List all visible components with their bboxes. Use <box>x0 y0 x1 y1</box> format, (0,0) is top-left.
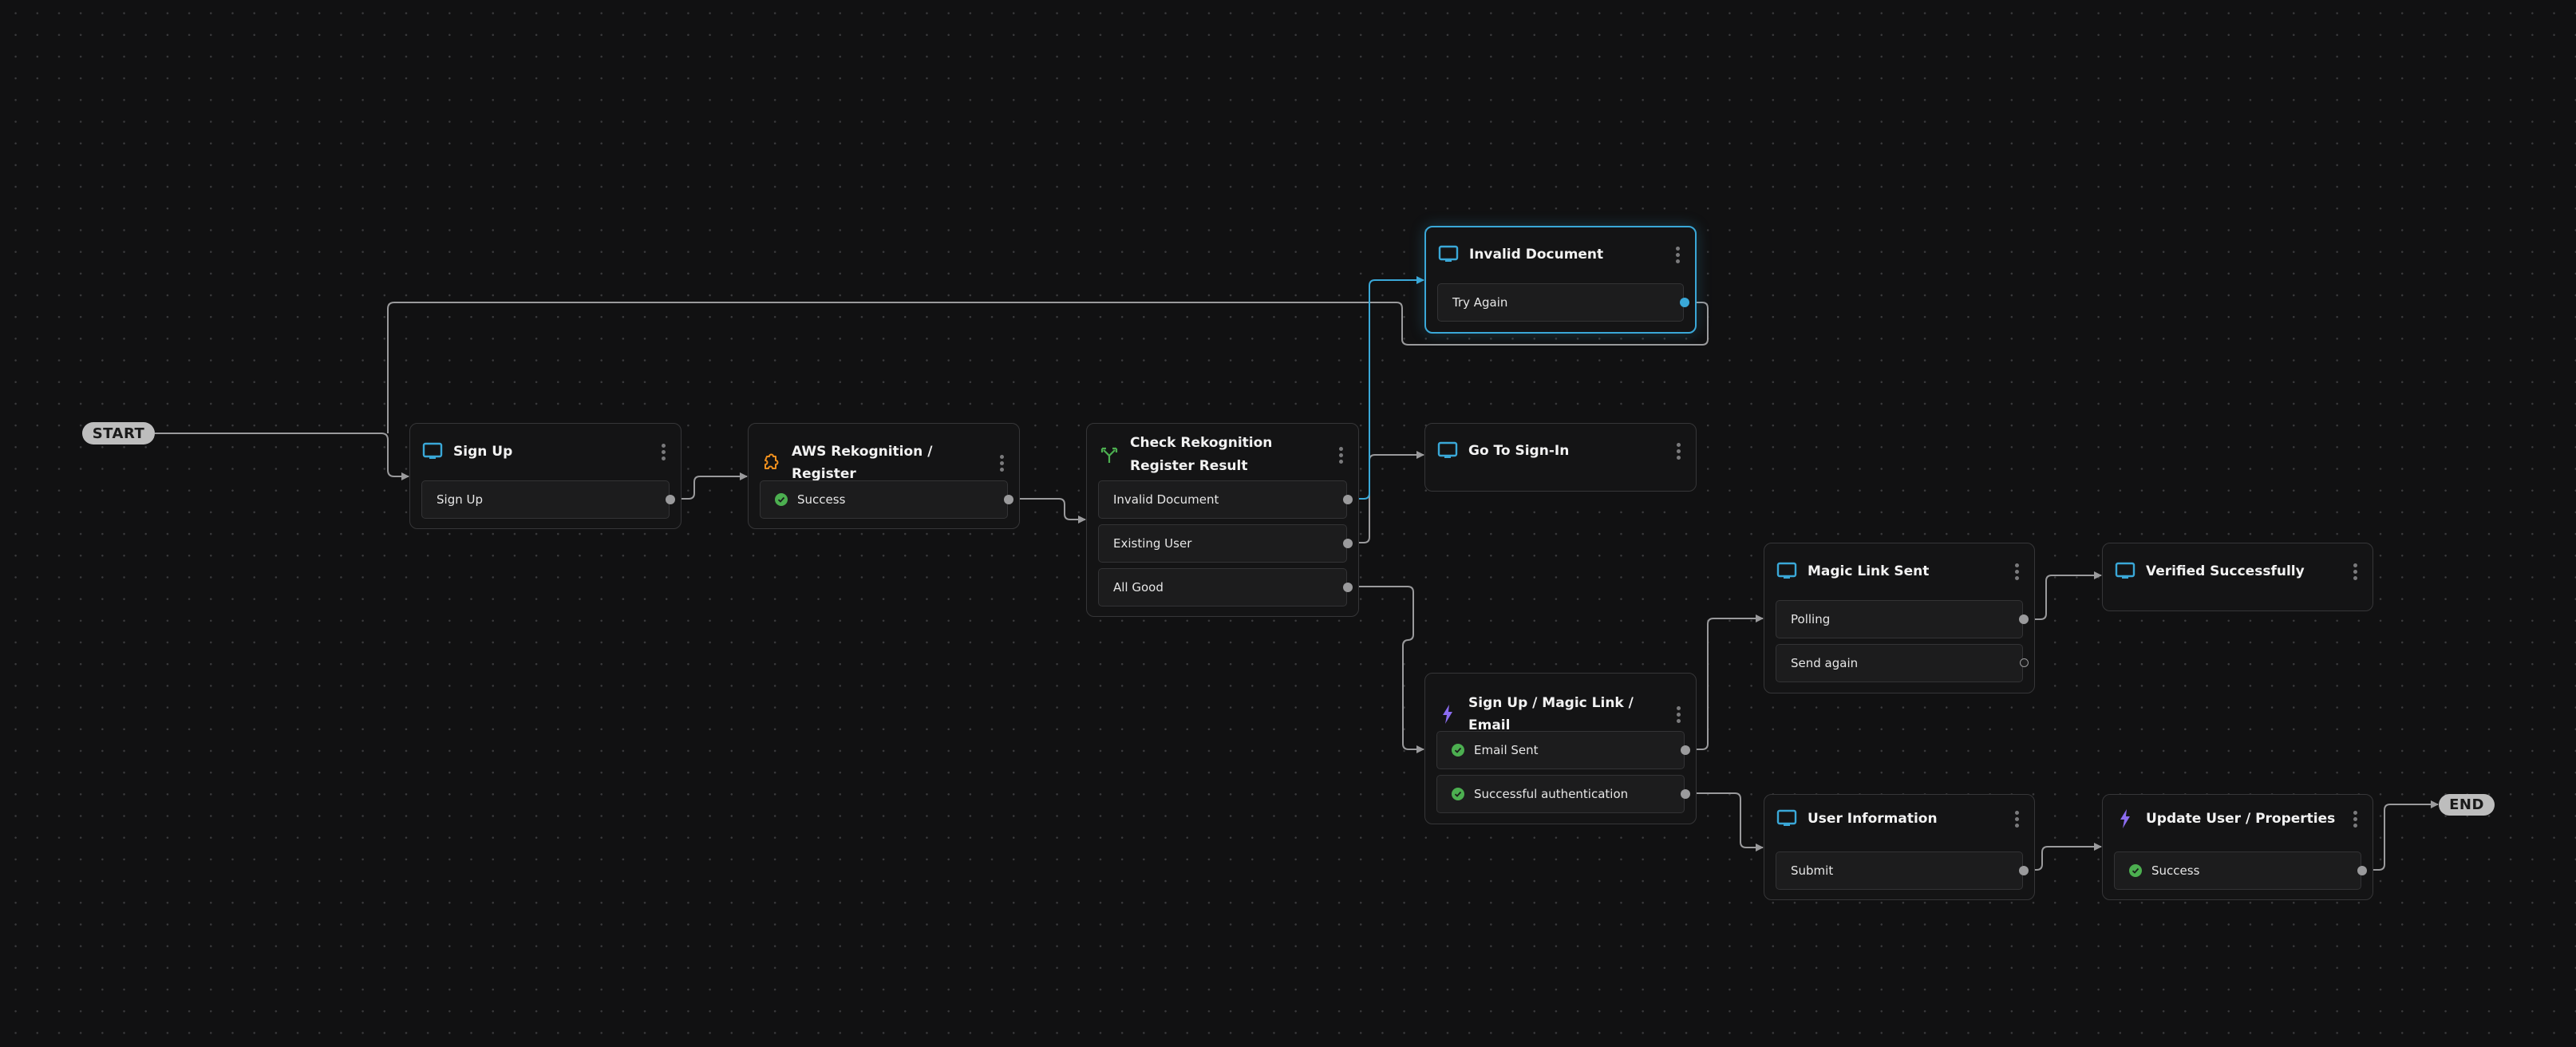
node-title: AWS Rekognition / Register <box>792 444 933 482</box>
lightning-action-icon <box>1436 703 1459 725</box>
output-row-sign-up[interactable]: Sign Up <box>421 480 675 519</box>
screen-icon <box>1776 808 1798 830</box>
node-sign-up[interactable]: Sign Up Sign Up <box>409 423 682 529</box>
screen-icon <box>2114 560 2136 583</box>
more-options-icon[interactable] <box>1672 703 1685 725</box>
more-options-icon[interactable] <box>657 441 670 463</box>
node-title: Sign Up <box>453 444 513 460</box>
node-title: Go To Sign-In <box>1468 443 1570 459</box>
more-options-icon[interactable] <box>1671 243 1684 266</box>
node-title: User Information <box>1808 811 1938 827</box>
end-label: END <box>2449 796 2484 813</box>
more-options-icon[interactable] <box>1334 444 1347 466</box>
more-options-icon[interactable] <box>995 452 1008 474</box>
output-row-submit[interactable]: Submit <box>1776 851 2029 890</box>
output-row-success[interactable]: Success <box>2114 851 2367 890</box>
more-options-icon[interactable] <box>2010 808 2023 830</box>
node-verified-successfully[interactable]: Verified Successfully <box>2102 543 2373 611</box>
node-user-information[interactable]: User Information Submit <box>1764 794 2035 900</box>
row-label: Try Again <box>1452 295 1508 310</box>
branch-split-icon <box>1098 444 1120 466</box>
output-row-email-sent[interactable]: Email Sent <box>1436 731 1690 769</box>
node-title: Invalid Document <box>1469 247 1604 263</box>
output-row-successful-authentication[interactable]: Successful authentication <box>1436 775 1690 813</box>
output-handle[interactable] <box>1343 583 1353 592</box>
lightning-action-icon <box>2114 808 2136 830</box>
row-label: Invalid Document <box>1113 492 1219 507</box>
edge-start-to-sign-up[interactable] <box>155 433 409 480</box>
more-options-icon[interactable] <box>2349 808 2361 830</box>
start-label: START <box>92 425 145 442</box>
start-terminal[interactable]: START <box>82 422 155 444</box>
end-terminal[interactable]: END <box>2439 794 2495 816</box>
row-label: Polling <box>1791 612 1831 626</box>
row-label: Success <box>2151 863 2200 878</box>
output-handle[interactable] <box>1004 495 1013 504</box>
node-magic-link-sent[interactable]: Magic Link Sent Polling Send again <box>1764 543 2035 693</box>
node-go-to-sign-in[interactable]: Go To Sign-In <box>1424 423 1697 492</box>
more-options-icon[interactable] <box>2349 560 2361 583</box>
output-row-polling[interactable]: Polling <box>1776 600 2029 638</box>
success-check-icon <box>2129 864 2142 877</box>
node-title: Magic Link Sent <box>1808 563 1930 579</box>
success-check-icon <box>775 493 788 506</box>
output-row-send-again[interactable]: Send again <box>1776 644 2029 682</box>
output-row-invalid-document[interactable]: Invalid Document <box>1098 480 1353 519</box>
node-check-rekognition[interactable]: Check Rekognition Register Result Invali… <box>1086 423 1359 617</box>
more-options-icon[interactable] <box>1672 440 1685 462</box>
output-handle[interactable] <box>2357 866 2367 875</box>
output-row-success[interactable]: Success <box>760 480 1013 519</box>
puzzle-plugin-icon <box>760 452 782 474</box>
row-label: All Good <box>1113 580 1164 595</box>
more-options-icon[interactable] <box>2010 560 2023 583</box>
row-label: Send again <box>1791 656 1859 670</box>
node-invalid-document[interactable]: Invalid Document Try Again <box>1424 226 1697 334</box>
output-handle[interactable] <box>1681 789 1690 799</box>
node-aws-rekognition[interactable]: AWS Rekognition / Register Success <box>748 423 1020 529</box>
row-label: Existing User <box>1113 536 1192 551</box>
output-row-all-good[interactable]: All Good <box>1098 568 1353 606</box>
node-update-user-properties[interactable]: Update User / Properties Success <box>2102 794 2373 900</box>
output-handle-unconnected[interactable] <box>2020 658 2029 667</box>
node-title: Check Rekognition Register Result <box>1130 435 1273 474</box>
screen-icon <box>1436 440 1459 462</box>
node-title: Verified Successfully <box>2146 563 2305 579</box>
row-label: Email Sent <box>1474 743 1539 757</box>
output-handle[interactable] <box>1681 745 1690 755</box>
success-check-icon <box>1452 744 1464 757</box>
success-check-icon <box>1452 788 1464 800</box>
node-title: Update User / Properties <box>2146 811 2336 827</box>
node-magic-link-email[interactable]: Sign Up / Magic Link / Email Email Sent … <box>1424 673 1697 824</box>
output-handle[interactable] <box>666 495 675 504</box>
flow-canvas[interactable]: START END Sign Up Sign Up AWS Rekognitio… <box>0 0 2576 1047</box>
output-row-try-again[interactable]: Try Again <box>1437 283 1689 322</box>
row-label: Submit <box>1791 863 1834 878</box>
screen-icon <box>421 441 444 463</box>
row-label: Success <box>797 492 846 507</box>
output-row-existing-user[interactable]: Existing User <box>1098 524 1353 563</box>
output-handle[interactable] <box>1343 495 1353 504</box>
output-handle[interactable] <box>1343 539 1353 548</box>
node-title: Sign Up / Magic Link / Email <box>1468 695 1634 733</box>
screen-icon <box>1437 243 1460 266</box>
row-label: Successful authentication <box>1474 787 1629 801</box>
output-handle[interactable] <box>1680 298 1689 307</box>
output-handle[interactable] <box>2019 614 2029 624</box>
row-label: Sign Up <box>437 492 483 507</box>
output-handle[interactable] <box>2019 866 2029 875</box>
screen-icon <box>1776 560 1798 583</box>
